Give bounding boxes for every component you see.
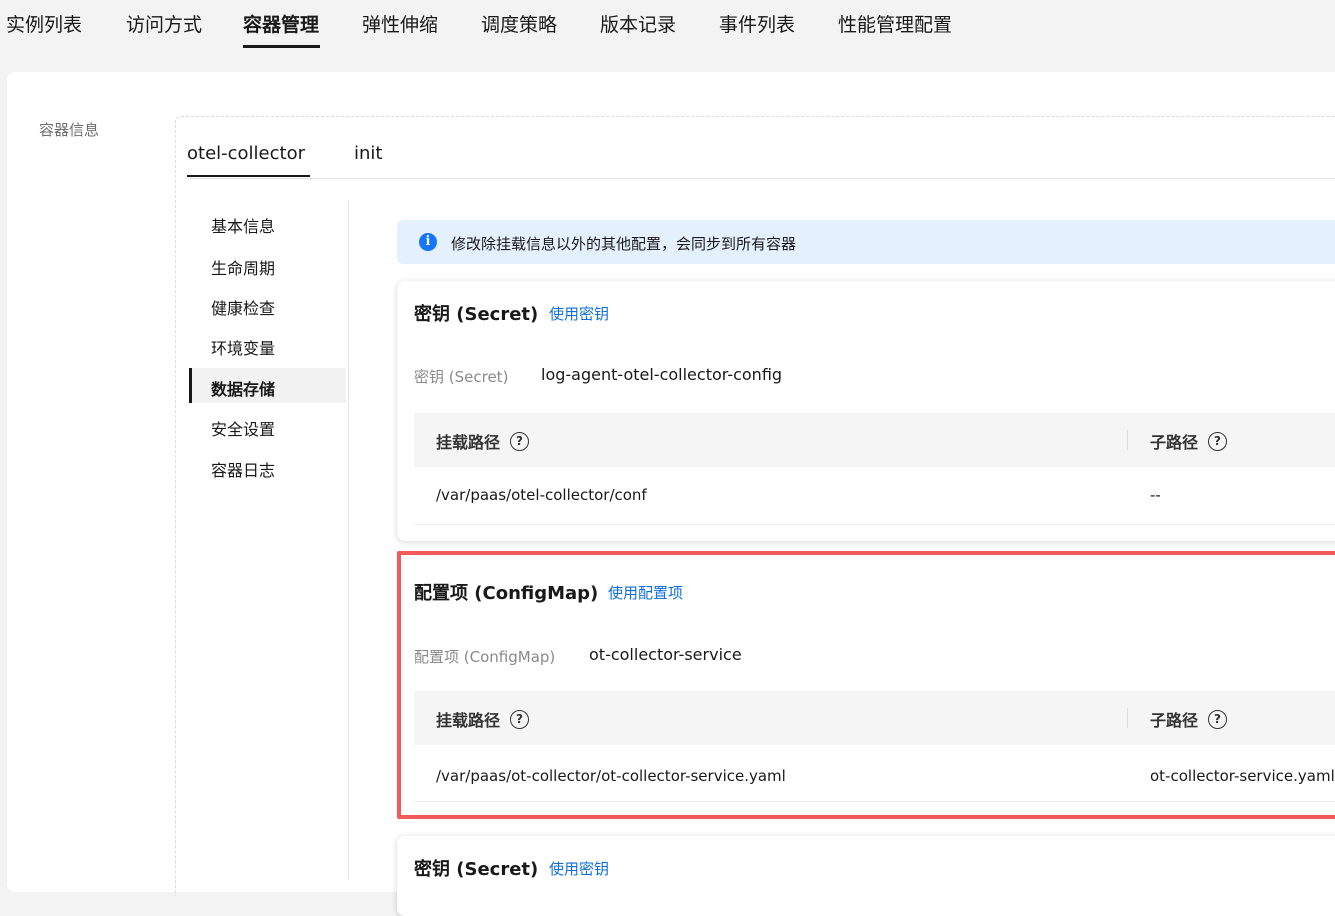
side-menu-divider [348, 200, 349, 880]
side-menu-active-bar [189, 368, 192, 403]
column-separator [1127, 430, 1128, 450]
column-mount-path-label: 挂载路径 [436, 433, 501, 452]
info-banner: i 修改除挂载信息以外的其他配置，会同步到所有容器 [397, 220, 1335, 264]
column-mount-path: 挂载路径? [436, 707, 530, 731]
side-menu-security[interactable]: 安全设置 [211, 416, 275, 440]
secret-label: 密钥 (Secret) [414, 368, 509, 386]
secret-panel-2: 密钥 (Secret) 使用密钥 [397, 836, 1335, 916]
side-menu-env-vars[interactable]: 环境变量 [211, 335, 275, 359]
side-menu-container-logs[interactable]: 容器日志 [211, 457, 275, 481]
side-menu-health-check[interactable]: 健康检查 [211, 295, 275, 319]
column-separator [1127, 708, 1128, 728]
table-cell-sub-path: -- [1150, 486, 1161, 504]
info-icon: i [419, 233, 437, 251]
top-nav: 实例列表 访问方式 容器管理 弹性伸缩 调度策略 版本记录 事件列表 性能管理配… [0, 0, 1335, 50]
table-row-divider [414, 524, 1335, 525]
secret-panel-title: 密钥 (Secret) [414, 304, 539, 325]
tab-events[interactable]: 事件列表 [719, 10, 795, 37]
configmap-label: 配置项 (ConfigMap) [414, 648, 556, 666]
secret-value: log-agent-otel-collector-config [541, 365, 783, 384]
configmap-panel-title: 配置项 (ConfigMap) [414, 583, 599, 604]
container-tab-otel-collector[interactable]: otel-collector [187, 143, 305, 164]
use-secret-link[interactable]: 使用密钥 [549, 303, 609, 324]
active-tab-underline [243, 45, 320, 48]
use-secret-link-2[interactable]: 使用密钥 [549, 858, 609, 879]
use-configmap-link[interactable]: 使用配置项 [608, 582, 683, 603]
table-cell-mount-path: /var/paas/otel-collector/conf [436, 486, 647, 504]
help-icon[interactable]: ? [1208, 709, 1228, 729]
column-sub-path: 子路径? [1150, 707, 1228, 731]
section-label: 容器信息 [39, 121, 100, 139]
tab-scheduling[interactable]: 调度策略 [481, 10, 557, 37]
column-sub-path-label: 子路径 [1150, 433, 1199, 452]
table-cell-mount-path: /var/paas/ot-collector/ot-collector-serv… [436, 767, 786, 785]
info-banner-text: 修改除挂载信息以外的其他配置，会同步到所有容器 [451, 235, 797, 253]
side-menu-lifecycle[interactable]: 生命周期 [211, 255, 275, 279]
tab-autoscaling[interactable]: 弹性伸缩 [362, 10, 438, 37]
side-menu-basic-info[interactable]: 基本信息 [211, 213, 275, 237]
secret-panel: 密钥 (Secret) 使用密钥 密钥 (Secret) log-agent-o… [397, 281, 1335, 541]
configmap-table-header: 挂载路径? 子路径? [414, 691, 1335, 745]
configmap-value: ot-collector-service [589, 645, 742, 664]
column-mount-path-label: 挂载路径 [436, 711, 501, 730]
column-sub-path: 子路径? [1150, 429, 1228, 453]
tab-container-management[interactable]: 容器管理 [243, 10, 319, 37]
table-cell-sub-path: ot-collector-service.yaml [1150, 767, 1335, 785]
column-mount-path: 挂载路径? [436, 429, 530, 453]
help-icon[interactable]: ? [510, 709, 530, 729]
tab-versions[interactable]: 版本记录 [600, 10, 676, 37]
configmap-panel: 配置项 (ConfigMap) 使用配置项 配置项 (ConfigMap) ot… [397, 551, 1335, 819]
help-icon[interactable]: ? [1208, 431, 1228, 451]
tab-instances[interactable]: 实例列表 [6, 10, 82, 37]
tab-access[interactable]: 访问方式 [126, 10, 202, 37]
secret-table-header: 挂载路径? 子路径? [414, 413, 1335, 467]
container-tab-init[interactable]: init [354, 143, 382, 164]
tab-performance-config[interactable]: 性能管理配置 [838, 10, 952, 37]
side-menu-data-storage[interactable]: 数据存储 [211, 376, 275, 400]
secret-panel-2-title: 密钥 (Secret) [414, 859, 539, 880]
table-row-divider [414, 801, 1335, 802]
container-tabs-divider [187, 178, 1335, 179]
container-tab-underline [187, 175, 310, 177]
help-icon[interactable]: ? [510, 431, 530, 451]
column-sub-path-label: 子路径 [1150, 711, 1199, 730]
